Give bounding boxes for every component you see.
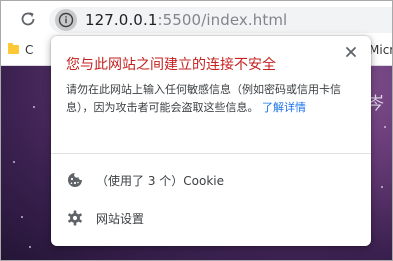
popup-description: 请勿在此网站上输入任何敏感信息（例如密码或信用卡信息），因为攻击者可能会盗取这些… [66, 81, 356, 117]
star-decoration [381, 186, 383, 188]
url-host: 127.0.0.1 [85, 11, 158, 29]
star-decoration [33, 106, 35, 108]
bookmark-item-right[interactable]: Micro [369, 43, 392, 57]
site-info-button[interactable] [55, 9, 77, 31]
cookies-label: （使用了 3 个）Cookie [96, 174, 224, 188]
folder-icon[interactable] [8, 43, 19, 54]
url-path: :5500/index.html [157, 11, 288, 29]
url-text[interactable]: 127.0.0.1:5500/index.html [85, 10, 287, 30]
star-decoration [29, 246, 31, 248]
star-decoration [21, 216, 23, 218]
cookie-icon [68, 173, 82, 187]
close-icon[interactable] [343, 44, 359, 60]
learn-more-link[interactable]: 了解详情 [262, 101, 306, 114]
info-icon [58, 12, 74, 28]
star-decoration [384, 126, 386, 128]
cookies-row[interactable]: （使用了 3 个）Cookie [51, 162, 371, 198]
site-settings-row[interactable]: 网站设置 [51, 200, 371, 236]
star-decoration [13, 161, 15, 163]
site-settings-label: 网站设置 [96, 212, 145, 226]
popup-title: 您与此网站之间建立的连接不安全 [66, 57, 276, 73]
reload-icon[interactable] [18, 9, 38, 29]
bookmark-item-left[interactable]: C [25, 43, 33, 57]
divider [51, 153, 371, 154]
browser-window: 127.0.0.1:5500/index.html C Micro 岑 您与此网… [0, 0, 393, 261]
site-security-popup: 您与此网站之间建立的连接不安全 请勿在此网站上输入任何敏感信息（例如密码或信用卡… [51, 36, 371, 246]
gear-icon [68, 210, 82, 226]
